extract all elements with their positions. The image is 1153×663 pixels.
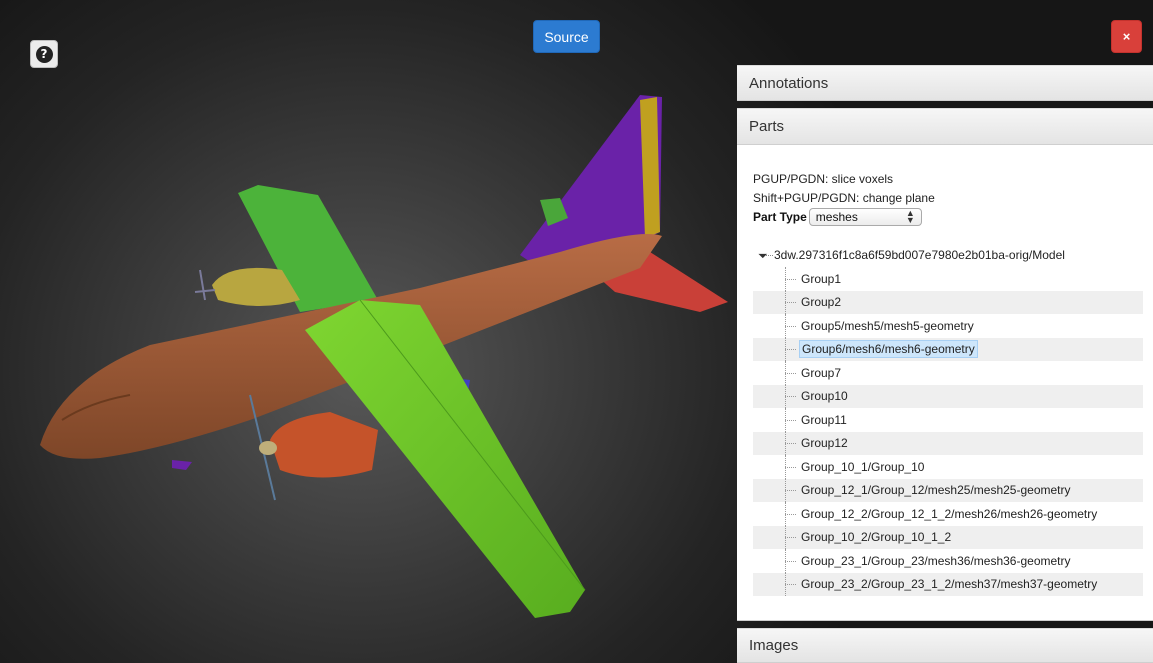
tree-item[interactable]: Group10 [753, 384, 1143, 409]
part-type-row: Part Type meshes ▲ ▼ [753, 208, 922, 226]
tree-item[interactable]: Group11 [753, 408, 1143, 432]
question-circle-icon: ? [35, 45, 53, 63]
tree-item[interactable]: Group_12_1/Group_12/mesh25/mesh25-geomet… [753, 478, 1143, 503]
tree-item-label: Group7 [801, 365, 842, 380]
tree-branch-line [785, 455, 797, 479]
tree-item[interactable]: Group6/mesh6/mesh6-geometry [753, 337, 1143, 362]
help-button[interactable]: ? [30, 40, 58, 68]
tree-item-label: Group_12_1/Group_12/mesh25/mesh25-geomet… [801, 483, 1071, 498]
tree-item[interactable]: Group_23_1/Group_23/mesh36/mesh36-geomet… [753, 549, 1143, 573]
tree-item-label: Group5/mesh5/mesh5-geometry [801, 318, 974, 333]
tree-branch-line [785, 290, 797, 315]
parts-panel-body: PGUP/PGDN: slice voxels Shift+PGUP/PGDN:… [737, 145, 1153, 621]
tree-item[interactable]: Group1 [753, 267, 1143, 291]
tree-branch-line [785, 314, 797, 338]
tree-item[interactable]: Group_23_2/Group_23_1_2/mesh37/mesh37-ge… [753, 572, 1143, 597]
tree-root[interactable]: ◢ 3dw.297316f1c8a6f59bd007e7980e2b01ba-o… [753, 243, 1143, 267]
lower-engine [270, 412, 378, 478]
tree-item[interactable]: Group12 [753, 431, 1143, 456]
tree-item[interactable]: Group_10_1/Group_10 [753, 455, 1143, 479]
images-title: Images [749, 637, 799, 654]
annotations-panel-heading[interactable]: Annotations [737, 65, 1153, 101]
tree-item-label: Group11 [801, 412, 847, 427]
tree-root-label: 3dw.297316f1c8a6f59bd007e7980e2b01ba-ori… [774, 248, 1065, 262]
tree-item[interactable]: Group_12_2/Group_12_1_2/mesh26/mesh26-ge… [753, 502, 1143, 526]
part-type-label: Part Type [753, 210, 807, 224]
tree-item[interactable]: Group5/mesh5/mesh5-geometry [753, 314, 1143, 338]
tree-item-label: Group_23_1/Group_23/mesh36/mesh36-geomet… [801, 553, 1071, 568]
tree-branch-line [785, 431, 797, 456]
tree-item-label: Group_10_1/Group_10 [801, 459, 925, 474]
images-panel-heading[interactable]: Images [737, 628, 1153, 663]
close-icon: × [1122, 29, 1131, 44]
tree-branch-line [785, 502, 797, 526]
tree-item[interactable]: Group7 [753, 361, 1143, 385]
source-button[interactable]: Source [533, 20, 600, 53]
part-type-value: meshes [815, 210, 858, 224]
expand-triangle-icon[interactable]: ◢ [758, 248, 769, 259]
tree-branch-line [785, 408, 797, 432]
tree-branch-line [785, 572, 797, 597]
parts-tree: ◢ 3dw.297316f1c8a6f59bd007e7980e2b01ba-o… [753, 243, 1143, 596]
tree-branch-line [785, 361, 797, 385]
tree-item-label: Group1 [801, 271, 842, 286]
tree-item-label: Group2 [801, 295, 842, 310]
tree-branch-line [785, 525, 797, 550]
tree-item-label: Group_10_2/Group_10_1_2 [801, 530, 952, 545]
part-type-select[interactable]: meshes ▲ ▼ [808, 208, 922, 226]
tree-item-label: Group_23_2/Group_23_1_2/mesh37/mesh37-ge… [801, 577, 1098, 592]
annotations-title: Annotations [749, 74, 829, 92]
tree-branch-line [785, 337, 797, 362]
tree-item-label: Group12 [801, 436, 848, 451]
tree-item-label: Group6/mesh6/mesh6-geometry [799, 340, 978, 359]
tree-branch-line [785, 549, 797, 573]
slice-voxels-hint: PGUP/PGDN: slice voxels [753, 172, 894, 186]
select-arrows-icon: ▲ ▼ [905, 208, 915, 225]
change-plane-hint: Shift+PGUP/PGDN: change plane [753, 191, 935, 205]
tree-item[interactable]: Group2 [753, 290, 1143, 315]
tree-item[interactable]: Group_10_2/Group_10_1_2 [753, 525, 1143, 550]
tree-branch-line [785, 478, 797, 503]
close-button[interactable]: × [1111, 20, 1142, 53]
tree-item-label: Group10 [801, 389, 848, 404]
tree-item-label: Group_12_2/Group_12_1_2/mesh26/mesh26-ge… [801, 506, 1098, 521]
parts-panel-heading[interactable]: Parts [737, 108, 1153, 145]
tree-branch-line [785, 267, 797, 291]
tree-branch-line [785, 384, 797, 409]
parts-title: Parts [749, 118, 785, 135]
